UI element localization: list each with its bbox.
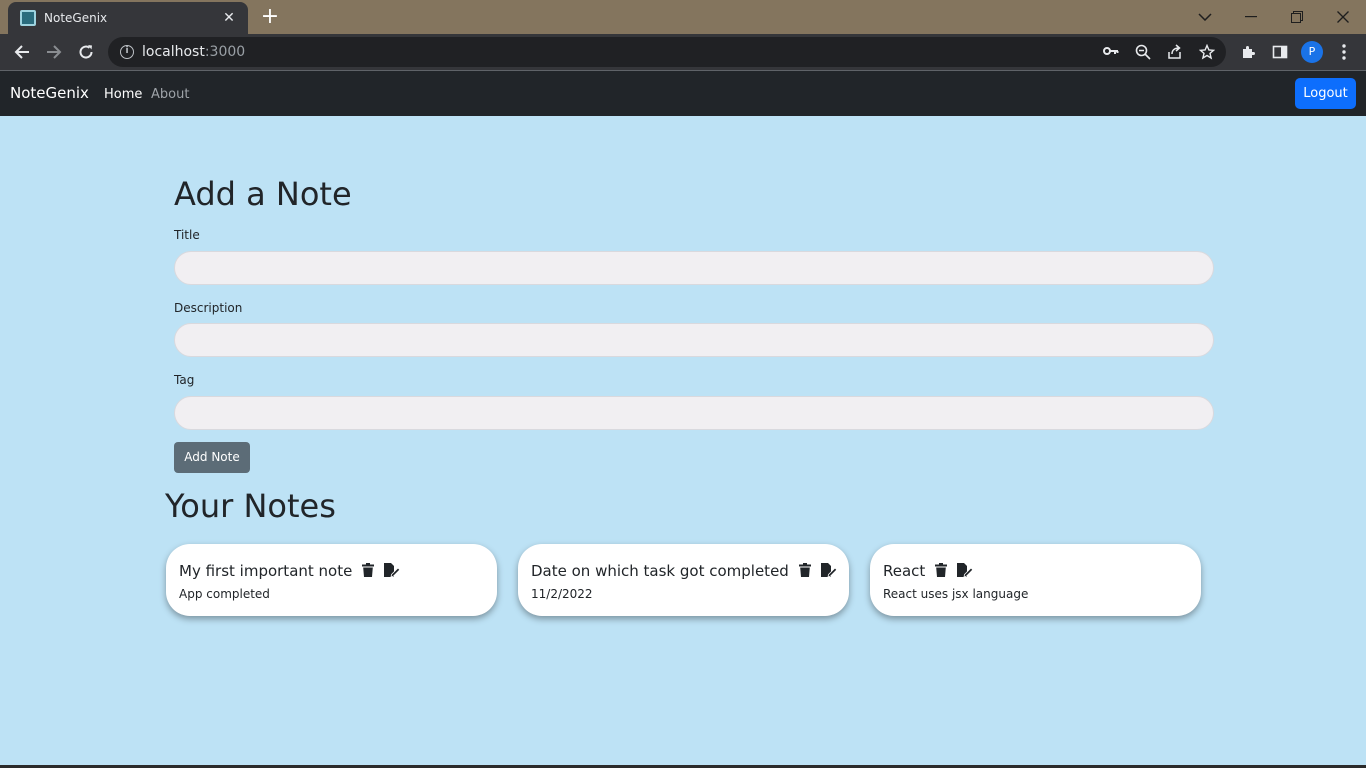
add-note-heading: Add a Note	[174, 175, 352, 213]
extensions-icon[interactable]	[1236, 40, 1260, 64]
note-title: Date on which task got completed	[531, 562, 789, 580]
edit-icon[interactable]	[384, 562, 401, 581]
forward-icon[interactable]	[42, 40, 66, 64]
side-panel-icon[interactable]	[1268, 40, 1292, 64]
note-title: React	[883, 562, 926, 580]
browser-tab[interactable]: NoteGenix ✕	[8, 2, 248, 34]
your-notes-heading: Your Notes	[165, 487, 336, 525]
tag-label: Tag	[174, 373, 195, 387]
note-description: React uses jsx language	[883, 587, 1029, 601]
add-note-button[interactable]: Add Note	[174, 442, 250, 473]
close-window-icon[interactable]	[1320, 0, 1366, 34]
note-description: App completed	[179, 587, 270, 601]
bookmark-star-icon[interactable]	[1198, 43, 1216, 60]
url-port: :3000	[204, 44, 246, 60]
nav-link-about[interactable]: About	[151, 87, 189, 102]
note-title: My first important note	[179, 562, 353, 580]
browser-menu-icon[interactable]	[1332, 40, 1356, 64]
note-card: React React uses jsx language	[870, 544, 1201, 616]
share-icon[interactable]	[1166, 44, 1184, 60]
tab-search-icon[interactable]	[1182, 0, 1228, 34]
browser-tab-strip: NoteGenix ✕ +	[0, 0, 1366, 34]
browser-toolbar: i localhost:3000 P	[0, 34, 1366, 70]
profile-avatar[interactable]: P	[1301, 41, 1323, 63]
close-tab-icon[interactable]: ✕	[220, 10, 238, 26]
tab-title: NoteGenix	[44, 11, 108, 25]
tag-input[interactable]	[174, 396, 1214, 430]
delete-icon[interactable]	[935, 562, 948, 581]
site-info-icon[interactable]: i	[120, 45, 134, 59]
edit-icon[interactable]	[957, 562, 974, 581]
address-bar[interactable]: i localhost:3000	[108, 37, 1226, 67]
app-navbar: NoteGenix Home About Logout	[0, 71, 1366, 116]
key-icon[interactable]	[1102, 44, 1120, 60]
restore-icon[interactable]	[1274, 0, 1320, 34]
note-description: 11/2/2022	[531, 587, 593, 601]
title-input[interactable]	[174, 251, 1214, 285]
navbar-brand[interactable]: NoteGenix	[10, 84, 89, 102]
description-input[interactable]	[174, 323, 1214, 357]
delete-icon[interactable]	[798, 562, 811, 581]
edit-icon[interactable]	[820, 562, 838, 581]
new-tab-icon[interactable]: +	[258, 5, 282, 29]
delete-icon[interactable]	[362, 562, 375, 581]
favicon-icon	[20, 10, 36, 26]
reload-icon[interactable]	[74, 40, 98, 64]
description-label: Description	[174, 301, 243, 315]
logout-button[interactable]: Logout	[1295, 78, 1356, 109]
url-host: localhost	[142, 44, 205, 60]
nav-link-home[interactable]: Home	[104, 87, 142, 102]
note-card: My first important note App completed	[166, 544, 497, 616]
minimize-icon[interactable]	[1228, 0, 1274, 34]
zoom-out-icon[interactable]	[1134, 44, 1152, 60]
title-label: Title	[174, 228, 200, 242]
note-card: Date on which task got completed 11/2/20…	[518, 544, 849, 616]
back-icon[interactable]	[10, 40, 34, 64]
